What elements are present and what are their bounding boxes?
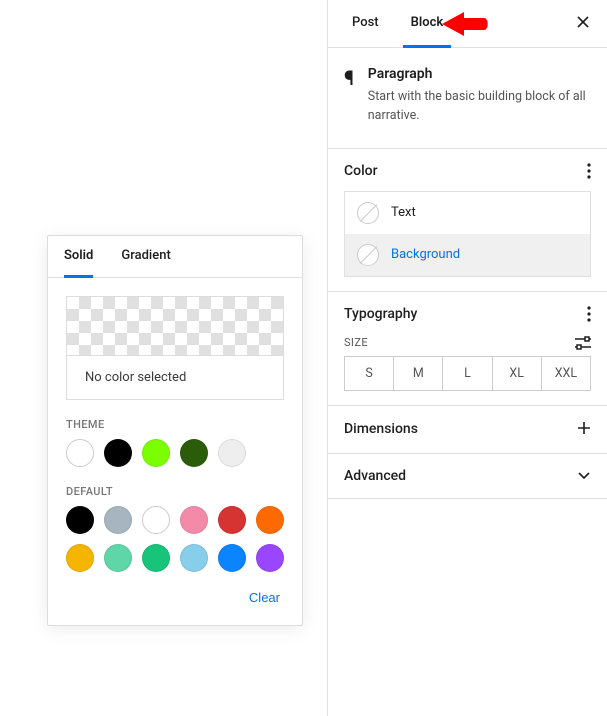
chevron-down-icon[interactable] bbox=[577, 471, 591, 481]
panel-typography-title: Typography bbox=[344, 306, 417, 322]
popup-tabs: Solid Gradient bbox=[48, 236, 302, 278]
plus-icon[interactable] bbox=[577, 420, 591, 439]
size-xxl[interactable]: XXL bbox=[542, 357, 590, 390]
theme-label: THEME bbox=[48, 400, 302, 439]
color-swatch[interactable] bbox=[256, 506, 284, 534]
tab-gradient[interactable]: Gradient bbox=[121, 248, 170, 278]
options-icon[interactable] bbox=[587, 163, 591, 179]
panel-color: Color Text Background bbox=[328, 149, 607, 292]
close-icon[interactable] bbox=[575, 14, 591, 35]
color-list: Text Background bbox=[344, 191, 591, 277]
color-swatch[interactable] bbox=[180, 439, 208, 467]
panel-typography: Typography SIZE SMLXLXXL bbox=[328, 292, 607, 406]
color-background-label: Background bbox=[391, 247, 460, 262]
color-text-label: Text bbox=[391, 205, 416, 220]
panel-advanced[interactable]: Advanced bbox=[328, 454, 607, 499]
color-swatch[interactable] bbox=[104, 439, 132, 467]
empty-color-icon bbox=[357, 244, 379, 266]
paragraph-icon: ¶ bbox=[344, 66, 354, 126]
options-icon[interactable] bbox=[587, 306, 591, 322]
sliders-icon[interactable] bbox=[575, 336, 591, 350]
panel-dimensions[interactable]: Dimensions bbox=[328, 406, 607, 454]
theme-swatches bbox=[48, 439, 302, 467]
block-subtitle: Start with the basic building block of a… bbox=[368, 88, 591, 126]
size-m[interactable]: M bbox=[394, 357, 443, 390]
color-swatch[interactable] bbox=[104, 506, 132, 534]
panel-color-title: Color bbox=[344, 163, 378, 179]
color-swatch[interactable] bbox=[66, 506, 94, 534]
default-label: DEFAULT bbox=[48, 467, 302, 506]
swatch-preview[interactable]: No color selected bbox=[66, 296, 284, 400]
clear-button[interactable]: Clear bbox=[249, 590, 280, 605]
size-l[interactable]: L bbox=[443, 357, 492, 390]
color-swatch[interactable] bbox=[66, 544, 94, 572]
block-description: ¶ Paragraph Start with the basic buildin… bbox=[328, 48, 607, 149]
panel-typography-header[interactable]: Typography bbox=[344, 306, 591, 322]
color-swatch[interactable] bbox=[180, 506, 208, 534]
color-swatch[interactable] bbox=[142, 506, 170, 534]
color-row-text[interactable]: Text bbox=[345, 192, 590, 234]
size-label: SIZE bbox=[344, 336, 368, 349]
size-xl[interactable]: XL bbox=[493, 357, 542, 390]
color-swatch[interactable] bbox=[66, 439, 94, 467]
color-row-background[interactable]: Background bbox=[345, 234, 590, 276]
no-color-label: No color selected bbox=[67, 355, 283, 399]
empty-color-icon bbox=[357, 202, 379, 224]
size-buttons: SMLXLXXL bbox=[344, 356, 591, 391]
panel-dimensions-title: Dimensions bbox=[344, 421, 418, 437]
color-swatch[interactable] bbox=[256, 544, 284, 572]
sidebar-tabs: Post Block bbox=[328, 0, 607, 48]
color-swatch[interactable] bbox=[218, 506, 246, 534]
color-swatch[interactable] bbox=[142, 544, 170, 572]
panel-color-header[interactable]: Color bbox=[344, 163, 591, 179]
block-title: Paragraph bbox=[368, 66, 591, 82]
settings-sidebar: Post Block ¶ Paragraph Start with the ba… bbox=[327, 0, 607, 716]
default-swatches bbox=[48, 506, 302, 572]
panel-advanced-title: Advanced bbox=[344, 468, 406, 484]
color-swatch[interactable] bbox=[218, 439, 246, 467]
tab-solid[interactable]: Solid bbox=[64, 248, 93, 278]
tab-post[interactable]: Post bbox=[344, 0, 387, 48]
color-swatch[interactable] bbox=[218, 544, 246, 572]
color-picker-popup: Solid Gradient No color selected THEME D… bbox=[47, 235, 303, 626]
tab-block[interactable]: Block bbox=[403, 0, 452, 48]
size-s[interactable]: S bbox=[345, 357, 394, 390]
color-swatch[interactable] bbox=[180, 544, 208, 572]
canvas-area: Solid Gradient No color selected THEME D… bbox=[0, 0, 327, 716]
color-swatch[interactable] bbox=[142, 439, 170, 467]
transparent-checker bbox=[67, 297, 283, 355]
color-swatch[interactable] bbox=[104, 544, 132, 572]
